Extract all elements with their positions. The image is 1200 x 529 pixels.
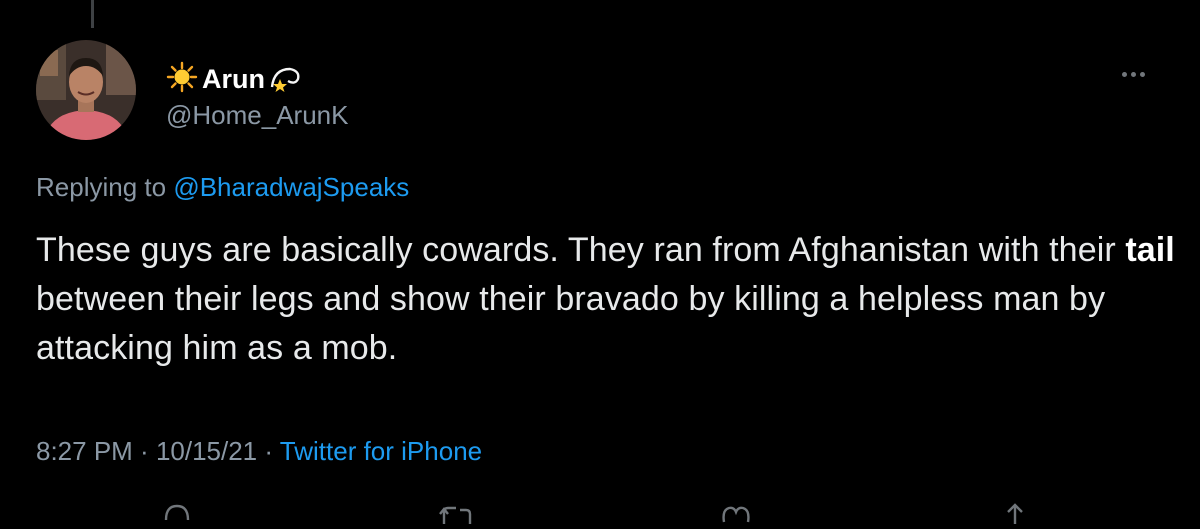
tweet-date[interactable]: 10/15/21 — [156, 436, 257, 466]
user-handle[interactable]: @Home_ArunK — [166, 100, 348, 131]
tweet-text-after: between their legs and show their bravad… — [36, 280, 1106, 367]
tweet-text-bold: tail — [1125, 231, 1175, 269]
tweet-text-before: These guys are basically cowards. They r… — [36, 231, 1126, 269]
tweet-source-link[interactable]: Twitter for iPhone — [280, 436, 482, 466]
display-name-row[interactable]: Arun — [166, 61, 302, 98]
meta-separator: · — [257, 436, 280, 466]
avatar[interactable] — [36, 40, 136, 140]
share-icon[interactable] — [1000, 500, 1030, 529]
tweet-text: These guys are basically cowards. They r… — [36, 226, 1176, 373]
meta-separator: · — [132, 436, 156, 466]
reply-mention-link[interactable]: @BharadwajSpeaks — [173, 172, 409, 202]
tweet-metadata: 8:27 PM · 10/15/21 · Twitter for iPhone — [36, 436, 482, 467]
more-options-icon[interactable] — [1122, 72, 1145, 77]
dizzy-star-emoji-icon — [268, 61, 302, 98]
reply-icon[interactable] — [163, 500, 191, 529]
replying-to-line: Replying to @BharadwajSpeaks — [36, 172, 409, 203]
replying-to-prefix: Replying to — [36, 172, 174, 202]
like-icon[interactable] — [720, 500, 752, 529]
tweet-time[interactable]: 8:27 PM — [36, 436, 133, 466]
retweet-icon[interactable] — [438, 500, 474, 529]
sun-emoji-icon — [166, 61, 198, 98]
thread-connector-line — [91, 0, 94, 28]
display-name[interactable]: Arun — [202, 65, 265, 93]
